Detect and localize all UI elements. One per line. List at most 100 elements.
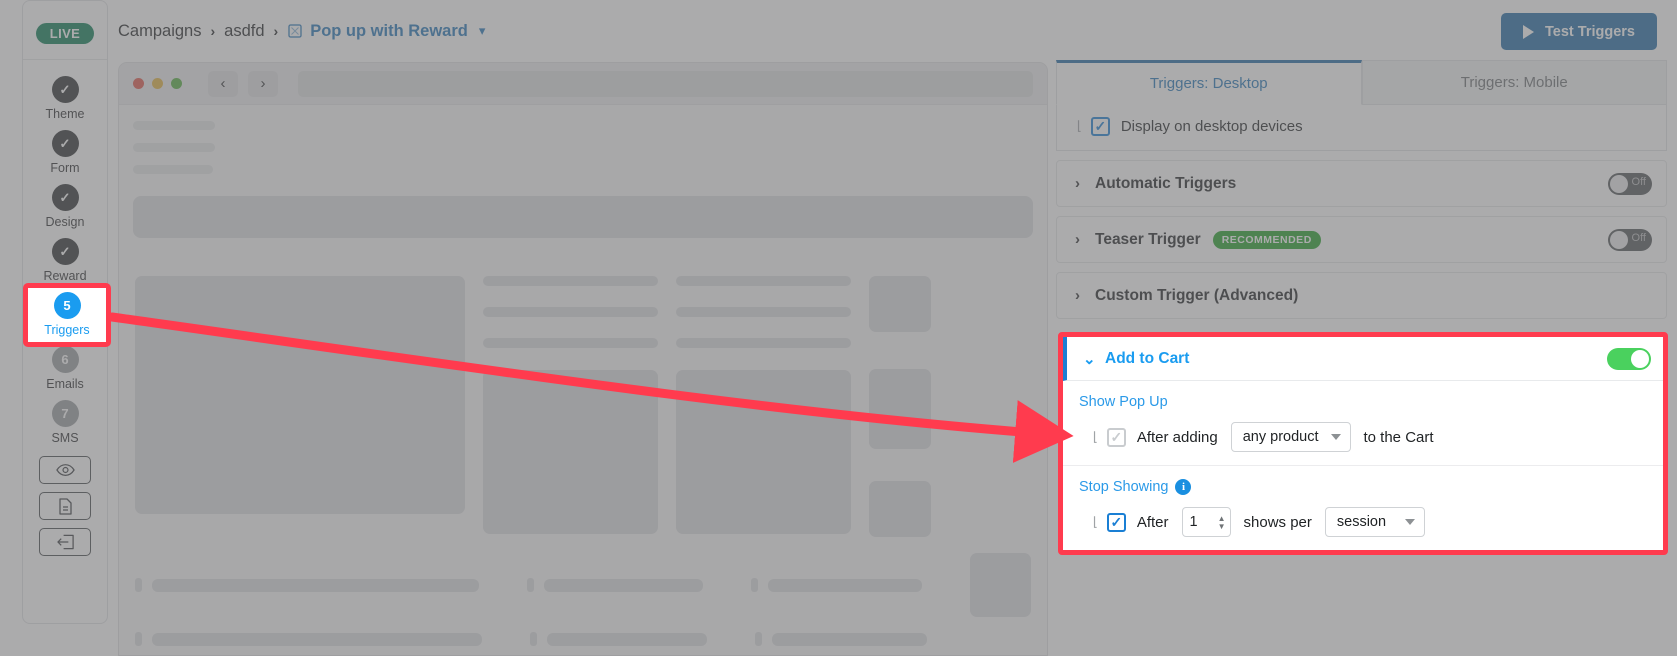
step-number-icon: 7 (51, 400, 79, 427)
step-status-icon: ✓ (51, 76, 79, 103)
tree-elbow-icon: ⌊ (1091, 429, 1099, 445)
info-icon[interactable]: i (1175, 479, 1192, 495)
trigger-row-teaser[interactable]: › Teaser Trigger RECOMMENDED Off (1056, 216, 1667, 263)
add-to-cart-toggle[interactable] (1607, 347, 1651, 370)
show-popup-section: Show Pop Up ⌊ ✓ After adding any product… (1063, 381, 1663, 465)
display-on-desktop-checkbox[interactable]: ✓ (1090, 117, 1110, 136)
sidebar-item-theme[interactable]: ✓ Theme (23, 72, 107, 126)
chevron-down-icon[interactable]: ⌄ (1083, 350, 1105, 368)
skeleton-line (133, 121, 215, 130)
toggle-knob (1610, 174, 1628, 193)
skeleton-list (119, 537, 1047, 655)
breadcrumb-asdfd[interactable]: asdfd (224, 22, 264, 41)
teaser-trigger-toggle[interactable]: Off (1608, 228, 1652, 251)
after-adding-label: After adding (1136, 428, 1218, 446)
skeleton-line (133, 165, 213, 174)
live-status-badge: LIVE (35, 23, 95, 44)
preview-page-skeleton (119, 105, 1047, 655)
chevron-down-icon[interactable]: ▾ (479, 23, 486, 39)
toggle-state-label: Off (1631, 231, 1646, 244)
exit-icon (56, 534, 74, 550)
stepper-icon[interactable]: ▲ ▼ (1218, 514, 1226, 530)
sidebar-item-form[interactable]: ✓ Form (23, 126, 107, 180)
breadcrumb-separator: › (273, 23, 279, 39)
tab-triggers-desktop[interactable]: Triggers: Desktop (1056, 60, 1362, 105)
add-to-cart-trigger-card: ⌄ Add to Cart Show Pop Up ⌊ ✓ After addi… (1058, 332, 1668, 555)
steps-nav-list: ✓ Theme ✓ Form ✓ Design ✓ Reward 6 Email… (23, 60, 107, 450)
step-number-icon: 6 (51, 346, 79, 373)
triggers-panel: Triggers: Desktop Triggers: Mobile ⌊ ✓ D… (1056, 60, 1667, 319)
skeleton-card (869, 481, 931, 537)
window-traffic-lights (133, 78, 182, 89)
browser-url-bar[interactable] (298, 70, 1033, 97)
after-adding-checkbox[interactable]: ✓ (1106, 427, 1126, 447)
add-to-cart-header[interactable]: ⌄ Add to Cart (1063, 337, 1663, 381)
breadcrumb-current-page[interactable]: Pop up with Reward (310, 22, 468, 41)
skeleton-hero (133, 196, 1033, 238)
browser-forward-button[interactable]: › (248, 70, 278, 97)
shows-count-input[interactable]: 1 ▲ ▼ (1181, 507, 1231, 537)
sidebar-item-label: SMS (51, 431, 79, 445)
custom-trigger-title: Custom Trigger (Advanced) (1095, 286, 1299, 304)
test-triggers-button[interactable]: Test Triggers (1501, 13, 1657, 50)
play-icon (1523, 24, 1535, 39)
chevron-down-icon (1404, 519, 1415, 525)
skeleton-card (869, 276, 931, 332)
tree-elbow-icon: ⌊ (1091, 514, 1099, 530)
breadcrumb-campaigns[interactable]: Campaigns (118, 22, 201, 41)
show-popup-controls: ⌊ ✓ After adding any product to the Cart (1079, 422, 1647, 452)
display-on-desktop-label: Display on desktop devices (1120, 118, 1303, 135)
sidebar-item-reward[interactable]: ✓ Reward (23, 234, 107, 288)
step-number-icon: 5 (53, 292, 81, 319)
sidebar-item-emails[interactable]: 6 Emails (23, 342, 107, 396)
to-the-cart-label: to the Cart (1363, 428, 1434, 446)
skeleton-grid (119, 262, 1047, 537)
add-to-cart-title: Add to Cart (1105, 349, 1190, 367)
toggle-knob (1610, 230, 1628, 249)
show-popup-label: Show Pop Up (1079, 394, 1168, 410)
tree-elbow-icon: ⌊ (1075, 119, 1083, 134)
frequency-period-select[interactable]: session (1324, 507, 1425, 537)
sidebar-item-label: Triggers (44, 323, 90, 337)
chevron-right-icon[interactable]: › (1075, 175, 1095, 192)
sidebar-item-label: Reward (43, 269, 87, 283)
sidebar-item-design[interactable]: ✓ Design (23, 180, 107, 234)
stop-showing-controls: ⌊ ✓ After 1 ▲ ▼ shows per session (1079, 507, 1647, 537)
stop-showing-section: Stop Showing i ⌊ ✓ After 1 ▲ ▼ shows per … (1063, 465, 1663, 550)
recommended-badge: RECOMMENDED (1212, 230, 1321, 249)
shows-per-label: shows per (1243, 513, 1312, 531)
after-label: After (1136, 513, 1169, 531)
stop-showing-checkbox[interactable]: ✓ (1106, 512, 1126, 532)
skeleton-card (135, 276, 465, 514)
exit-button[interactable] (39, 528, 91, 556)
preview-eye-button[interactable] (39, 456, 91, 484)
maximize-dot-icon (171, 78, 182, 89)
document-icon (58, 497, 72, 515)
trigger-row-automatic[interactable]: › Automatic Triggers Off (1056, 160, 1667, 207)
trigger-row-custom[interactable]: › Custom Trigger (Advanced) (1056, 272, 1667, 319)
skeleton-card (869, 369, 931, 449)
breadcrumb-header: Campaigns › asdfd › Pop up with Reward ▾ (118, 0, 1677, 62)
preview-eye-icon (55, 464, 75, 476)
sidebar-tools (23, 456, 107, 556)
product-scope-select[interactable]: any product (1230, 422, 1351, 452)
sidebar-item-label: Emails (46, 377, 84, 391)
chevron-down-icon (1330, 434, 1341, 440)
product-scope-value: any product (1242, 429, 1319, 445)
document-button[interactable] (39, 492, 91, 520)
minimize-dot-icon (152, 78, 163, 89)
popup-campaign-icon (287, 23, 303, 39)
triggers-tabs: Triggers: Desktop Triggers: Mobile (1056, 60, 1667, 105)
sidebar-item-triggers[interactable]: 5 Triggers (23, 283, 111, 347)
browser-back-button[interactable]: ‹ (208, 70, 238, 97)
test-triggers-label: Test Triggers (1545, 23, 1635, 40)
toggle-state-label: Off (1631, 175, 1646, 188)
chevron-right-icon[interactable]: › (1075, 287, 1095, 304)
tab-triggers-mobile[interactable]: Triggers: Mobile (1361, 60, 1667, 105)
sidebar-item-label: Design (45, 215, 85, 229)
sidebar-item-sms[interactable]: 7 SMS (23, 396, 107, 450)
automatic-triggers-toggle[interactable]: Off (1608, 172, 1652, 195)
skeleton-card (483, 370, 658, 534)
sidebar-item-label: Form (50, 161, 80, 175)
chevron-right-icon[interactable]: › (1075, 231, 1095, 248)
